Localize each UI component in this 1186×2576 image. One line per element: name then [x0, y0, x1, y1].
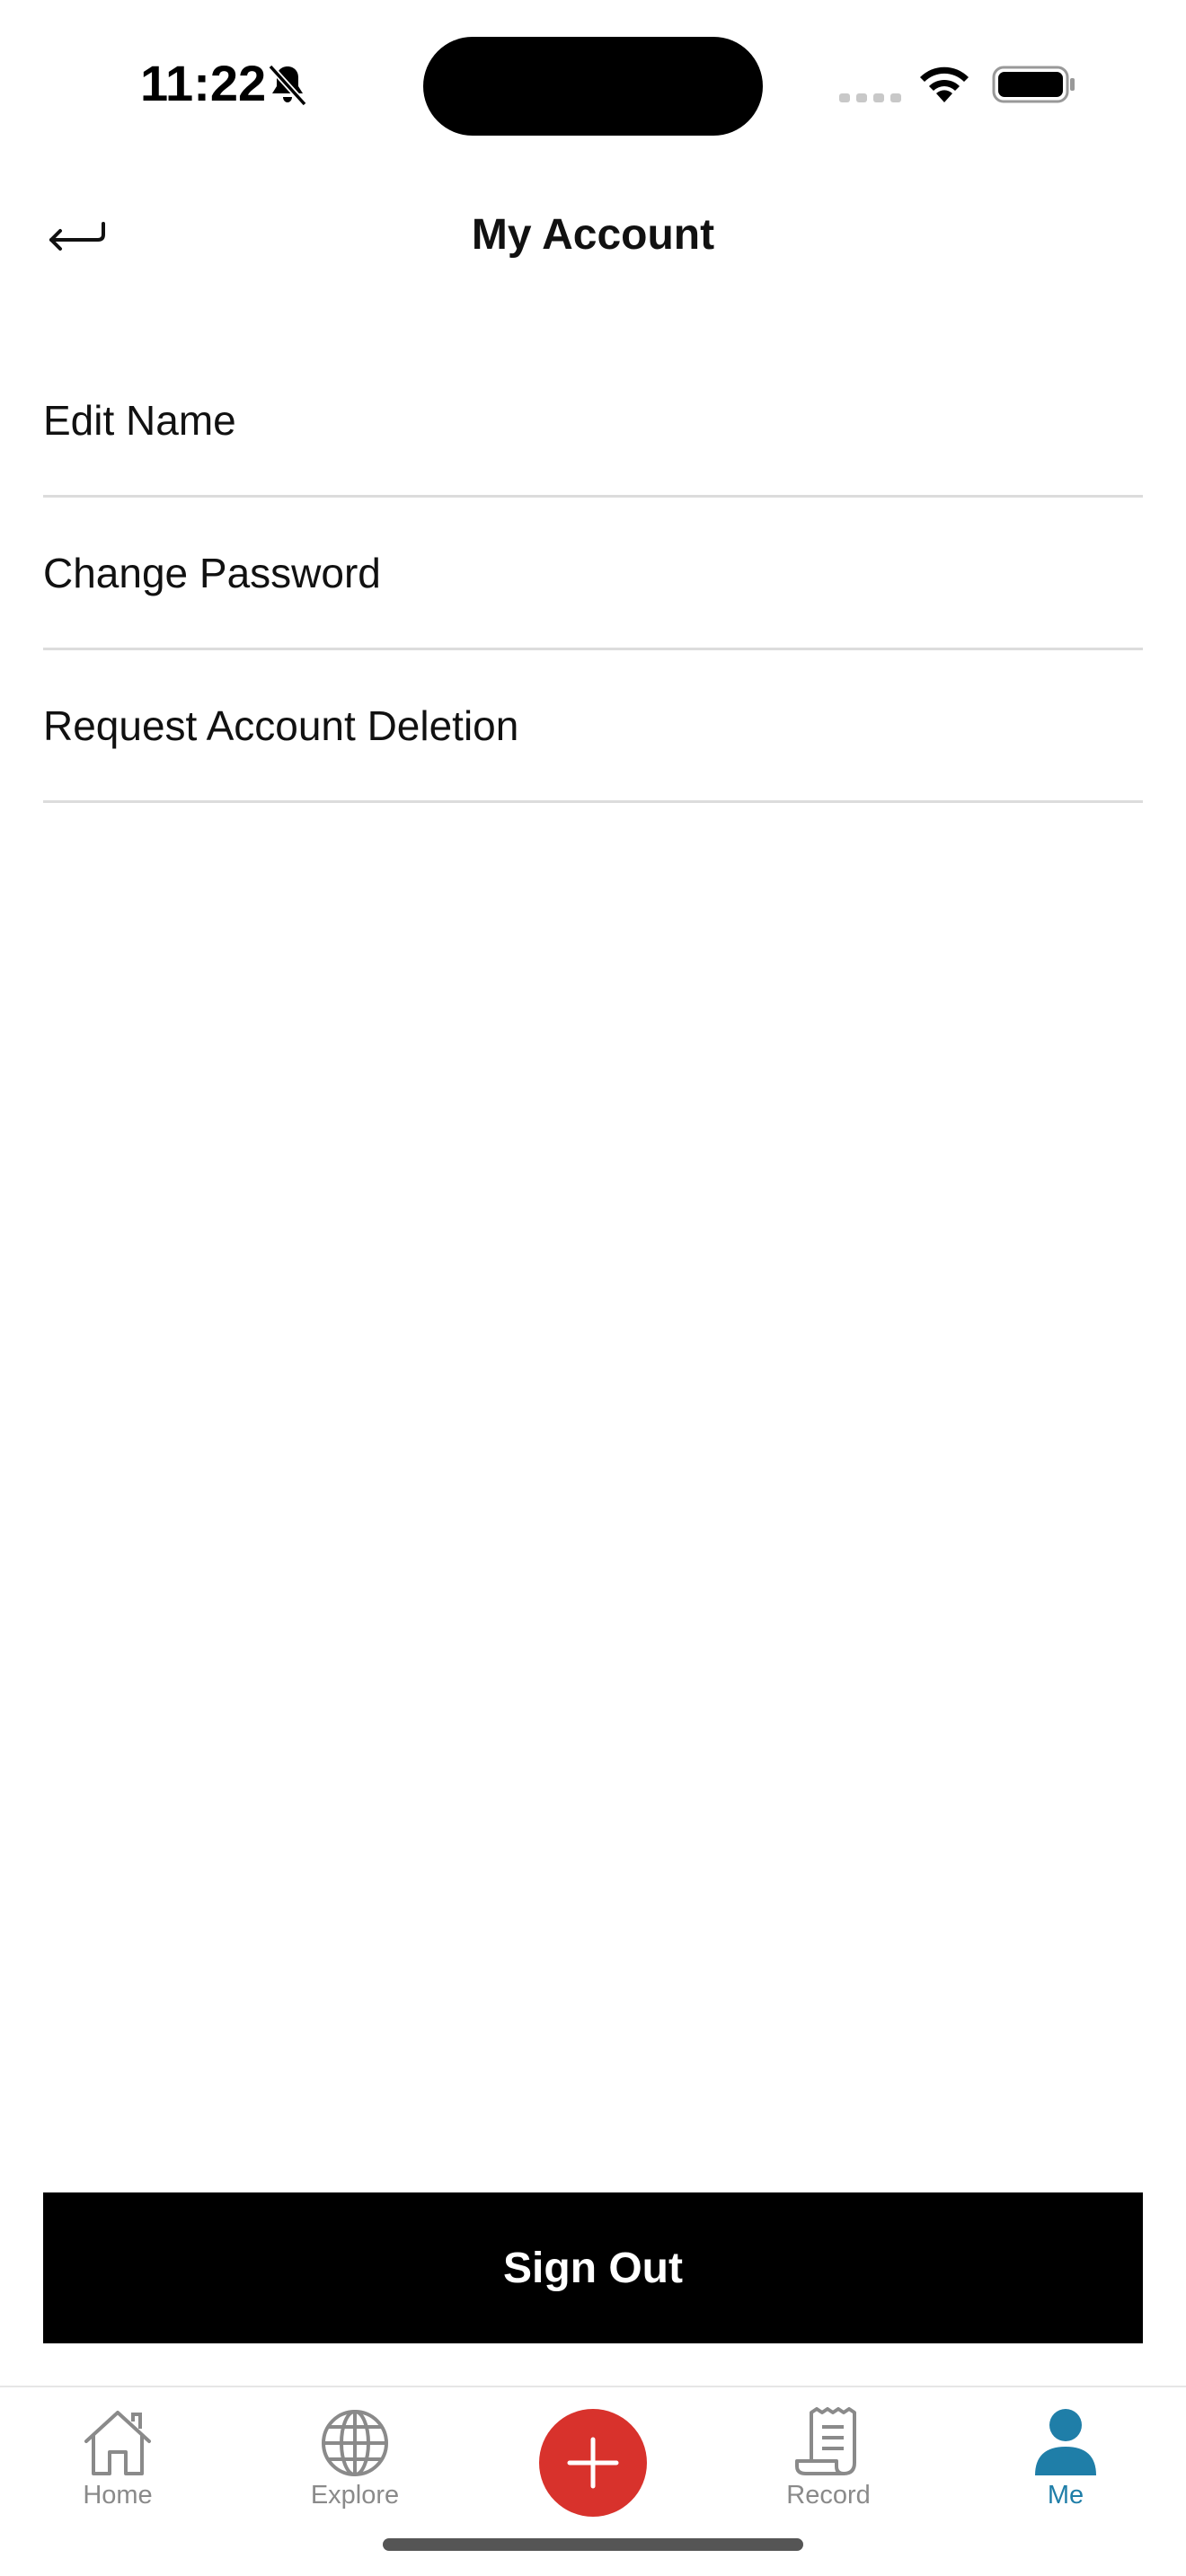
- battery-icon: [992, 66, 1075, 103]
- tab-home[interactable]: Home: [28, 2407, 208, 2524]
- plus-icon: [567, 2437, 619, 2489]
- menu-item-label: Request Account Deletion: [43, 701, 519, 749]
- edit-name-item[interactable]: Edit Name: [43, 345, 1143, 498]
- tab-explore[interactable]: Explore: [265, 2407, 445, 2524]
- home-indicator: [383, 2538, 803, 2551]
- status-bar: 11:22: [0, 0, 1186, 171]
- wifi-icon: [920, 66, 969, 102]
- account-menu: Edit Name Change Password Request Accoun…: [43, 345, 1143, 803]
- request-account-deletion-item[interactable]: Request Account Deletion: [43, 650, 1143, 803]
- menu-item-label: Change Password: [43, 549, 381, 596]
- signal-icon: [839, 93, 901, 102]
- header: My Account: [0, 180, 1186, 296]
- receipt-icon: [795, 2407, 856, 2475]
- page-title: My Account: [471, 211, 715, 259]
- menu-item-label: Edit Name: [43, 396, 236, 444]
- globe-icon: [322, 2410, 388, 2476]
- status-time: 11:22: [140, 55, 267, 111]
- bell-off-icon: [268, 64, 307, 107]
- person-icon: [1035, 2409, 1096, 2475]
- tab-label: Me: [1047, 2481, 1084, 2510]
- tab-label: Explore: [310, 2481, 400, 2510]
- sign-out-button[interactable]: Sign Out: [43, 2192, 1143, 2343]
- dynamic-island: [423, 37, 763, 136]
- tab-label: Record: [786, 2481, 871, 2510]
- tab-me[interactable]: Me: [976, 2407, 1155, 2524]
- home-icon: [84, 2411, 151, 2475]
- tab-label: Home: [83, 2481, 153, 2510]
- tab-record[interactable]: Record: [739, 2407, 918, 2524]
- change-password-item[interactable]: Change Password: [43, 498, 1143, 650]
- add-button[interactable]: [539, 2409, 647, 2517]
